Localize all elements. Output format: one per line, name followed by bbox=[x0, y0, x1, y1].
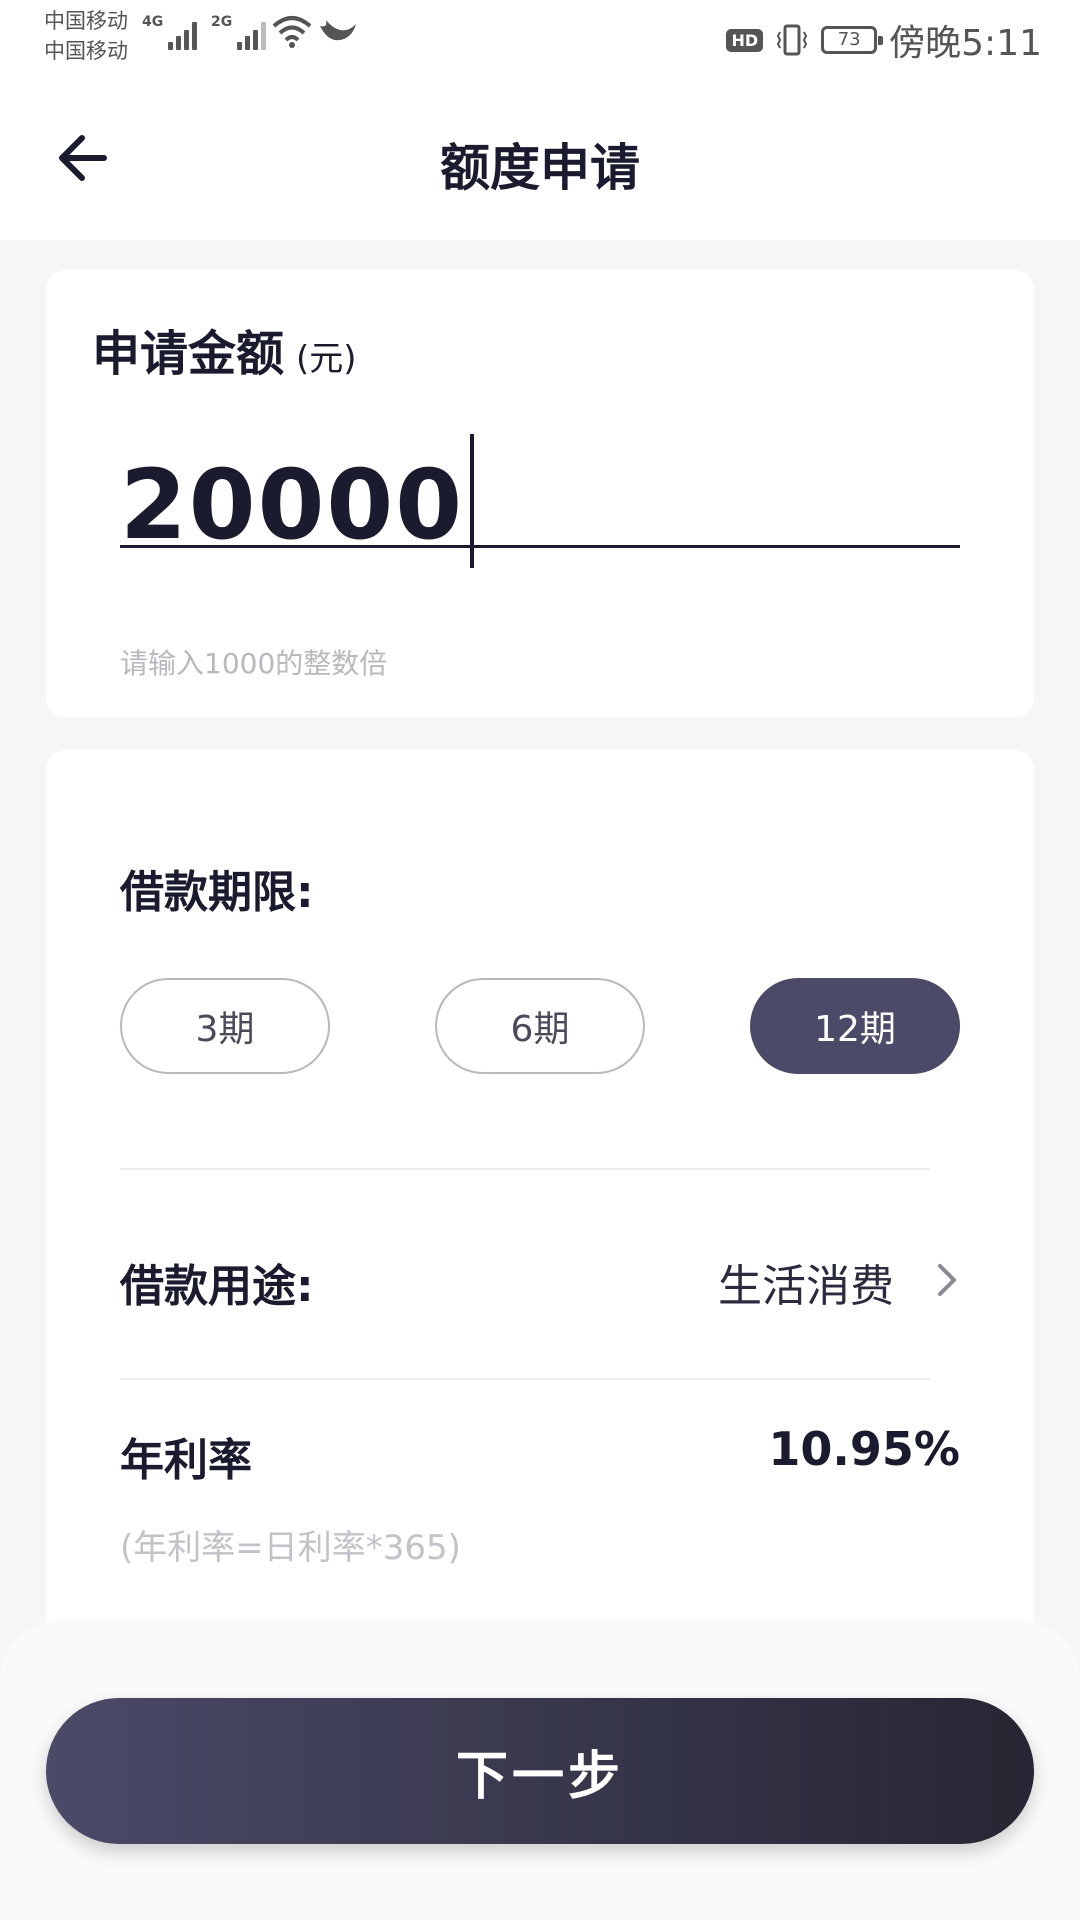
loan-purpose-value[interactable]: 生活消费 bbox=[718, 1250, 894, 1314]
status-bar: 中国移动 中国移动 4G 2G HD 73 傍晚5:11 bbox=[0, 0, 1080, 80]
hd-badge: HD bbox=[726, 28, 764, 52]
amount-label-text: 申请金额 bbox=[92, 326, 285, 382]
bird-icon bbox=[320, 20, 356, 41]
amount-value-text: 20000 bbox=[120, 449, 464, 561]
next-step-button[interactable]: 下一步 bbox=[46, 1698, 1034, 1844]
status-right: HD 73 傍晚5:11 bbox=[726, 14, 1042, 66]
loan-details-card: 借款期限: 3期 6期 12期 借款用途: 生活消费 年利率 10.95% (年… bbox=[46, 750, 1034, 1650]
term-option-3[interactable]: 3期 bbox=[120, 978, 330, 1074]
amount-input[interactable]: 20000 bbox=[120, 434, 960, 568]
network-type-2: 2G bbox=[211, 14, 233, 30]
carrier-2: 中国移动 bbox=[44, 39, 128, 63]
app-header: 额度申请 bbox=[0, 80, 1080, 240]
amount-hint: 请输入1000的整数倍 bbox=[120, 647, 388, 680]
annual-rate-value: 10.95% bbox=[768, 1422, 960, 1476]
amount-input-value[interactable]: 20000 bbox=[120, 434, 474, 572]
annual-rate-note: (年利率=日利率*365) bbox=[120, 1528, 461, 1568]
amount-card: 申请金额 (元) 20000 请输入1000的整数倍 bbox=[46, 270, 1034, 718]
signal-group: 4G 2G bbox=[142, 14, 266, 50]
divider bbox=[120, 1168, 930, 1170]
divider bbox=[120, 1378, 930, 1380]
term-option-12-selected[interactable]: 12期 bbox=[750, 978, 960, 1074]
network-type-1: 4G bbox=[142, 14, 164, 30]
carrier-names: 中国移动 中国移动 bbox=[44, 6, 128, 66]
loan-term-label: 借款期限: bbox=[120, 867, 314, 918]
signal-icon: 2G bbox=[211, 14, 266, 50]
amount-label: 申请金额 (元) bbox=[92, 314, 357, 384]
battery-level: 73 bbox=[837, 29, 861, 50]
bottom-action-bar: 下一步 bbox=[0, 1620, 1080, 1920]
term-option-6[interactable]: 6期 bbox=[435, 978, 645, 1074]
battery-icon: 73 bbox=[821, 26, 884, 54]
loan-purpose-label: 借款用途: bbox=[120, 1261, 314, 1312]
status-time: 傍晚5:11 bbox=[889, 23, 1042, 64]
wifi-icon bbox=[272, 16, 312, 48]
text-cursor bbox=[469, 434, 474, 568]
signal-icon: 4G bbox=[142, 14, 197, 50]
amount-unit: (元) bbox=[296, 339, 357, 379]
annual-rate-label: 年利率 bbox=[120, 1435, 252, 1486]
vibrate-icon bbox=[777, 24, 808, 56]
chevron-right-icon[interactable] bbox=[928, 1256, 968, 1304]
page-title: 额度申请 bbox=[440, 139, 640, 197]
carrier-1: 中国移动 bbox=[44, 9, 128, 33]
